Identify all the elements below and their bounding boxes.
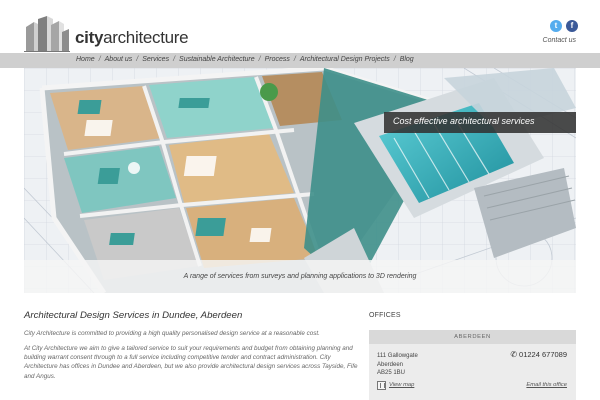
office-name: ABERDEEN — [369, 330, 576, 344]
nav-separator: / — [393, 56, 396, 63]
hero-banner: Cost effective architectural services A … — [24, 68, 576, 293]
nav-separator: / — [173, 56, 176, 63]
nav-item-blog[interactable]: Blog — [400, 56, 414, 63]
phone-number: 01224 677089 — [519, 350, 567, 359]
nav-item-home[interactable]: Home — [76, 56, 95, 63]
page-title: Architectural Design Services in Dundee,… — [24, 310, 243, 321]
site-header: cityarchitecture t f Contact us — [0, 0, 600, 53]
nav-separator: / — [136, 56, 139, 63]
map-icon[interactable] — [377, 381, 386, 390]
office-address: 111 Gallowgate Aberdeen AB25 1BU — [377, 352, 418, 378]
nav-item-sustainable-architecture[interactable]: Sustainable Architecture — [179, 56, 255, 63]
address-line: 111 Gallowgate — [377, 353, 418, 359]
nav-separator: / — [293, 56, 296, 63]
buildings-logo-icon — [24, 16, 70, 52]
nav-item-services[interactable]: Services — [142, 56, 169, 63]
contact-us-link[interactable]: Contact us — [543, 37, 576, 44]
office-card-aberdeen: ABERDEEN 111 Gallowgate Aberdeen AB25 1B… — [369, 330, 576, 400]
twitter-icon[interactable]: t — [550, 20, 562, 32]
logo-wordmark: cityarchitecture — [75, 28, 189, 47]
nav-separator: / — [98, 56, 101, 63]
address-line: Aberdeen — [377, 361, 404, 368]
nav-separator: / — [258, 56, 261, 63]
phone-icon: ✆ — [510, 350, 518, 359]
nav-item-about-us[interactable]: About us — [105, 56, 133, 63]
main-content: Architectural Design Services in Dundee,… — [24, 310, 360, 387]
services-paragraph: At City Architecture we aim to give a ta… — [24, 345, 358, 380]
nav-item-architectural-design-projects[interactable]: Architectural Design Projects — [300, 56, 390, 63]
main-nav: Home / About us / Services / Sustainable… — [0, 53, 600, 68]
email-office-link[interactable]: Email this office — [526, 382, 567, 388]
hero-badge: Cost effective architectural services — [384, 112, 576, 133]
address-line: AB25 1BU — [377, 370, 406, 377]
social-links: t f — [550, 20, 578, 32]
office-phone[interactable]: ✆ 01224 677089 — [510, 350, 567, 359]
hero-caption: A range of services from surveys and pla… — [24, 260, 576, 293]
facebook-icon[interactable]: f — [566, 20, 578, 32]
offices-panel: OFFICES ABERDEEN 111 Gallowgate Aberdeen… — [369, 312, 576, 400]
nav-item-process[interactable]: Process — [265, 56, 290, 63]
offices-heading: OFFICES — [369, 312, 401, 319]
site-logo[interactable]: cityarchitecture — [24, 16, 189, 52]
intro-paragraph: City Architecture is committed to provid… — [24, 330, 320, 337]
view-map-link[interactable]: View map — [389, 382, 414, 388]
